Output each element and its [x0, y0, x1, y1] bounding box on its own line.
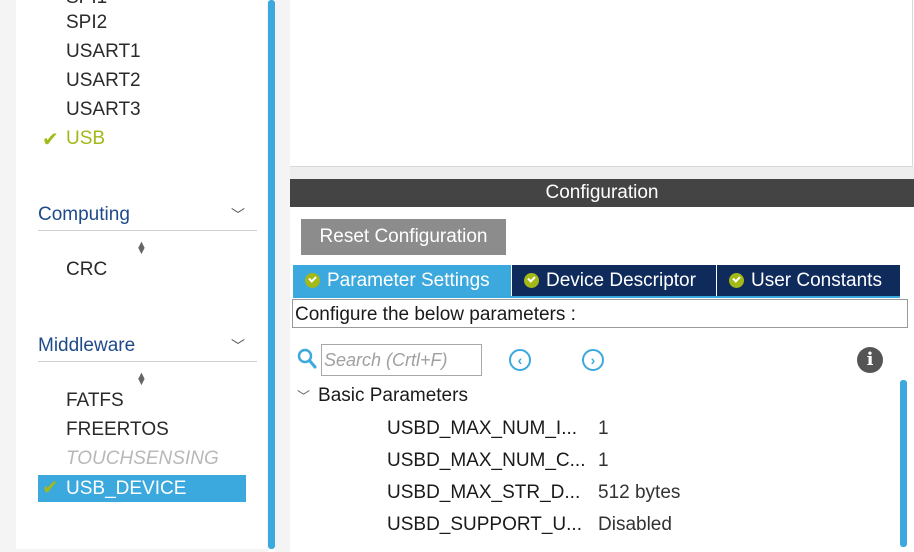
tree-item-spi1[interactable]: SPI1: [66, 0, 107, 9]
check-circle-icon: [729, 273, 744, 288]
tab-parameter-settings[interactable]: Parameter Settings: [293, 265, 511, 296]
tree-item-crc[interactable]: CRC: [66, 259, 107, 281]
search-icon[interactable]: [297, 348, 317, 375]
section-title: Computing: [38, 204, 130, 225]
tab-label: Device Descriptor: [546, 270, 696, 291]
reset-configuration-button[interactable]: Reset Configuration: [301, 219, 506, 255]
param-value: Disabled: [598, 514, 672, 535]
tab-user-constants[interactable]: User Constants: [717, 265, 900, 296]
chevron-down-icon: ﹀: [231, 338, 245, 354]
configuration-header: Configuration: [290, 179, 914, 207]
parameters-scrollbar[interactable]: [900, 380, 907, 547]
info-icon[interactable]: i: [857, 347, 883, 373]
search-previous-button[interactable]: ‹: [509, 349, 531, 371]
section-header-middleware[interactable]: Middleware ﹀: [38, 334, 257, 362]
check-circle-icon: [305, 273, 320, 288]
tree-item-label: USB: [66, 128, 106, 149]
tree-item-fatfs[interactable]: FATFS: [66, 390, 124, 412]
param-value: 1: [598, 418, 609, 439]
tree-item-usart2[interactable]: USART2: [66, 70, 141, 92]
tree-item-usart3[interactable]: USART3: [66, 99, 141, 121]
tree-item-usart1[interactable]: USART1: [66, 41, 141, 63]
tab-label: Parameter Settings: [327, 270, 490, 291]
splitter[interactable]: [275, 0, 290, 552]
left-scrollbar[interactable]: [268, 0, 275, 549]
tree-item-freertos[interactable]: FREERTOS: [66, 419, 169, 441]
check-circle-icon: [524, 273, 539, 288]
tree-item-touchsensing: TOUCHSENSING: [66, 448, 219, 469]
param-name: USBD_MAX_STR_D...: [387, 482, 581, 503]
chevron-down-icon: ﹀: [231, 207, 245, 223]
param-name: USBD_MAX_NUM_I...: [387, 418, 578, 439]
tab-underline: [293, 296, 900, 298]
tree-item-usb[interactable]: ✔ USB: [42, 128, 106, 151]
group-label: Basic Parameters: [318, 385, 468, 406]
tree-item-usb-device[interactable]: ✔ USB_DEVICE: [38, 475, 246, 502]
tree-item-spi2[interactable]: SPI2: [66, 12, 107, 34]
tab-device-descriptor[interactable]: Device Descriptor: [512, 265, 716, 296]
ip-tree: SPI1 SPI2 USART1 USART2 USART3 ✔ USB Com…: [16, 0, 267, 549]
search-next-button[interactable]: ›: [582, 349, 604, 371]
search-input[interactable]: [321, 344, 482, 376]
param-value: 1: [598, 450, 609, 471]
ip-tree-panel: SPI1 SPI2 USART1 USART2 USART3 ✔ USB Com…: [0, 0, 268, 552]
mode-panel: [290, 0, 913, 167]
section-header-computing[interactable]: Computing ﹀: [38, 203, 257, 231]
param-name: USBD_SUPPORT_U...: [387, 514, 582, 535]
section-title: Middleware: [38, 335, 136, 356]
tree-item-label: USB_DEVICE: [66, 478, 187, 499]
param-value: 512 bytes: [598, 482, 681, 503]
check-icon: ✔: [42, 129, 59, 151]
sort-icon[interactable]: ▲ ▼: [136, 240, 147, 257]
param-name: USBD_MAX_NUM_C...: [387, 450, 586, 471]
check-icon: ✔: [42, 477, 59, 499]
parameter-group-basic[interactable]: ﹀ Basic Parameters: [297, 385, 468, 408]
instruction-text: Configure the below parameters :: [292, 299, 908, 328]
sort-icon[interactable]: ▲ ▼: [136, 371, 147, 388]
tab-label: User Constants: [751, 270, 882, 291]
chevron-down-icon: ﹀: [297, 389, 311, 404]
panel-divider: [290, 167, 914, 179]
